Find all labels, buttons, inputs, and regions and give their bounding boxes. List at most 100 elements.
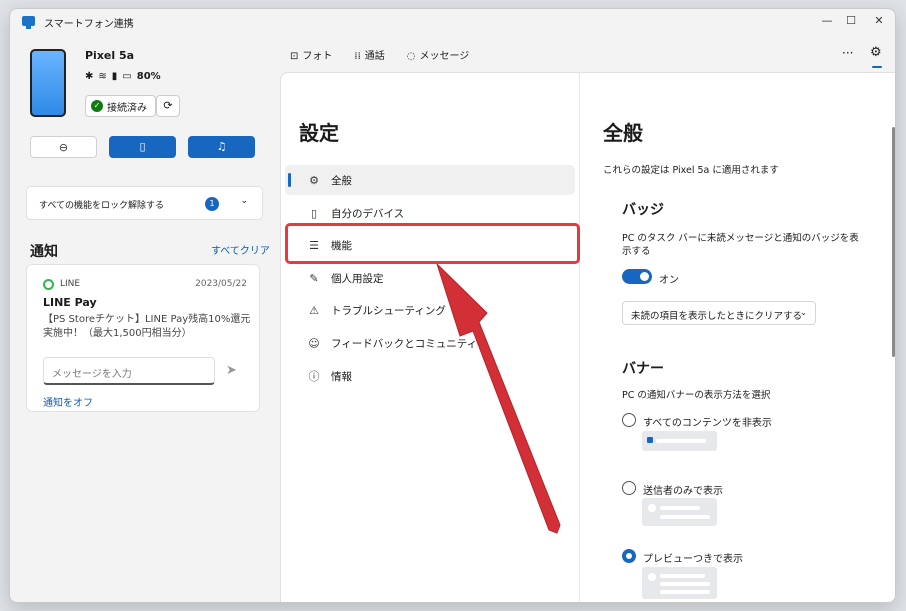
info-icon: ⓘ xyxy=(308,370,320,383)
wrench-icon: ⚠ xyxy=(309,303,319,317)
banner-heading: バナー xyxy=(622,361,664,377)
battery-icon: ▭ xyxy=(122,71,132,82)
top-nav: ⊡ フォト ⁞⁞ 通話 ◌ メッセージ xyxy=(290,47,469,62)
connected-label: 接続済み xyxy=(107,102,147,114)
app-logo-icon xyxy=(22,16,35,29)
do-not-disturb-button[interactable]: ⊖ xyxy=(30,136,97,158)
settings-heading: 設定 xyxy=(299,121,339,145)
line-app-icon xyxy=(43,279,54,290)
turn-off-notifications-link[interactable]: 通知をオフ xyxy=(43,394,93,409)
close-button[interactable]: ✕ xyxy=(869,13,889,29)
battery-level: 80% xyxy=(136,71,161,82)
menu-item-label: 全般 xyxy=(331,174,352,187)
settings-panel: 設定 ⚙ 全般 ▯ 自分のデバイス ☰ 機能 ✎ 個人用設定 ⚠ トラブルシュー… xyxy=(280,72,895,602)
active-indicator xyxy=(288,173,291,187)
tab-messages-label: メッセージ xyxy=(419,51,470,62)
bluetooth-icon: ✱ xyxy=(85,71,94,82)
wifi-icon: ≋ xyxy=(98,71,107,82)
tab-messages[interactable]: ◌ メッセージ xyxy=(407,47,470,62)
dialpad-icon: ⁞⁞ xyxy=(354,51,361,62)
send-icon[interactable]: ➤ xyxy=(226,363,237,378)
app-window: スマートフォン連携 — ☐ ✕ Pixel 5a ✱ ≋ ▮ ▭ 80% ✓ 接… xyxy=(9,8,896,603)
features-highlight-box xyxy=(285,223,580,264)
unlock-label: すべての機能をロック解除する xyxy=(39,201,165,211)
banner-description: PC の通知バナーの表示方法を選択 xyxy=(622,390,771,401)
preview-line xyxy=(660,506,700,510)
phone-image xyxy=(30,49,66,117)
brush-icon: ✎ xyxy=(309,271,319,285)
preview-line xyxy=(656,439,706,443)
avatar xyxy=(648,504,656,512)
menu-item-troubleshooting[interactable]: ⚠ トラブルシューティング xyxy=(285,295,575,325)
app-mini-icon xyxy=(647,437,653,443)
notification-date: 2023/05/22 xyxy=(195,279,247,289)
gear-icon: ⚙ xyxy=(309,173,319,187)
menu-item-label: フィードバックとコミュニティ xyxy=(331,337,478,350)
signal-icon: ▮ xyxy=(111,71,118,82)
menu-item-feedback[interactable]: ☺ フィードバックとコミュニティ xyxy=(285,328,575,358)
radio-hide-all[interactable] xyxy=(622,413,636,427)
notification-app-name: LINE xyxy=(60,279,81,289)
minimize-button[interactable]: — xyxy=(817,13,837,29)
settings-gear-icon[interactable]: ⚙ xyxy=(870,45,882,60)
menu-item-general[interactable]: ⚙ 全般 xyxy=(285,165,575,195)
vibrate-button[interactable]: ▯ xyxy=(109,136,176,158)
badge-toggle[interactable] xyxy=(622,269,652,284)
unlock-features-banner[interactable]: すべての機能をロック解除する 1 ⌄ xyxy=(26,186,263,220)
settings-tab-indicator xyxy=(872,66,882,68)
sync-button[interactable]: ⟳ xyxy=(156,95,180,117)
preview-line xyxy=(660,574,705,578)
menu-item-label: 自分のデバイス xyxy=(331,207,405,220)
badge-toggle-label: オン xyxy=(659,275,679,286)
device-status: ✱ ≋ ▮ ▭ 80% xyxy=(85,71,161,82)
tab-calls[interactable]: ⁞⁞ 通話 xyxy=(354,47,384,62)
pane-divider xyxy=(579,73,580,602)
preview-hide-all xyxy=(642,431,717,451)
menu-item-label: 情報 xyxy=(331,370,352,383)
notification-card[interactable]: LINE 2023/05/22 LINE Pay 【PS Storeチケット】L… xyxy=(26,264,260,412)
menu-item-about[interactable]: ⓘ 情報 xyxy=(285,361,575,391)
notification-title: LINE Pay xyxy=(43,296,97,309)
title-bar: スマートフォン連携 — ☐ ✕ xyxy=(10,9,895,35)
connection-status: ✓ 接続済み xyxy=(85,95,156,117)
menu-item-personalization[interactable]: ✎ 個人用設定 xyxy=(285,263,575,293)
general-heading: 全般 xyxy=(603,121,643,145)
radio-with-preview-label: プレビューつきで表示 xyxy=(643,554,743,565)
preview-line xyxy=(660,515,710,519)
reply-input[interactable]: メッセージを入力 xyxy=(43,357,215,385)
chevron-down-icon[interactable]: ⌄ xyxy=(240,196,248,206)
more-options-button[interactable]: ··· xyxy=(842,46,853,60)
photo-icon: ⊡ xyxy=(290,51,299,62)
scrollbar[interactable] xyxy=(892,127,895,357)
preview-line xyxy=(660,590,710,594)
window-title: スマートフォン連携 xyxy=(44,19,134,30)
notification-body: 【PS Storeチケット】LINE Pay残高10%還元実施中！（最大1,50… xyxy=(43,314,251,339)
badge-description: PC のタスク バーに未読メッセージと通知のバッジを表示する xyxy=(622,233,859,257)
menu-item-label: トラブルシューティング xyxy=(331,304,446,317)
badge-clear-dropdown[interactable]: 未読の項目を表示したときにクリアする ⌄ xyxy=(622,301,816,325)
check-icon: ✓ xyxy=(91,100,103,112)
people-icon: ☺ xyxy=(308,336,320,350)
tab-photos-label: フォト xyxy=(302,51,333,62)
chevron-down-icon: ⌄ xyxy=(800,308,807,317)
radio-sender-only[interactable] xyxy=(622,481,636,495)
chat-icon: ◌ xyxy=(406,51,416,62)
preview-line xyxy=(660,582,710,586)
preview-sender-only xyxy=(642,498,717,526)
radio-sender-only-label: 送信者のみで表示 xyxy=(643,486,723,497)
radio-hide-all-label: すべてのコンテンツを非表示 xyxy=(643,418,772,429)
radio-with-preview[interactable] xyxy=(622,549,636,563)
tab-photos[interactable]: ⊡ フォト xyxy=(290,47,332,62)
menu-item-label: 個人用設定 xyxy=(331,272,384,285)
device-name: Pixel 5a xyxy=(85,49,135,62)
maximize-button[interactable]: ☐ xyxy=(841,13,861,29)
phone-icon: ▯ xyxy=(310,206,318,220)
music-button[interactable]: ♫ xyxy=(188,136,255,158)
badge-heading: バッジ xyxy=(622,202,664,218)
avatar xyxy=(648,573,656,581)
clear-all-link[interactable]: すべてクリア xyxy=(211,242,270,257)
preview-with-preview xyxy=(642,567,717,599)
applied-to-text: これらの設定は Pixel 5a に適用されます xyxy=(603,165,779,176)
unlock-count-badge: 1 xyxy=(205,197,219,211)
notifications-heading: 通知 xyxy=(30,244,58,260)
